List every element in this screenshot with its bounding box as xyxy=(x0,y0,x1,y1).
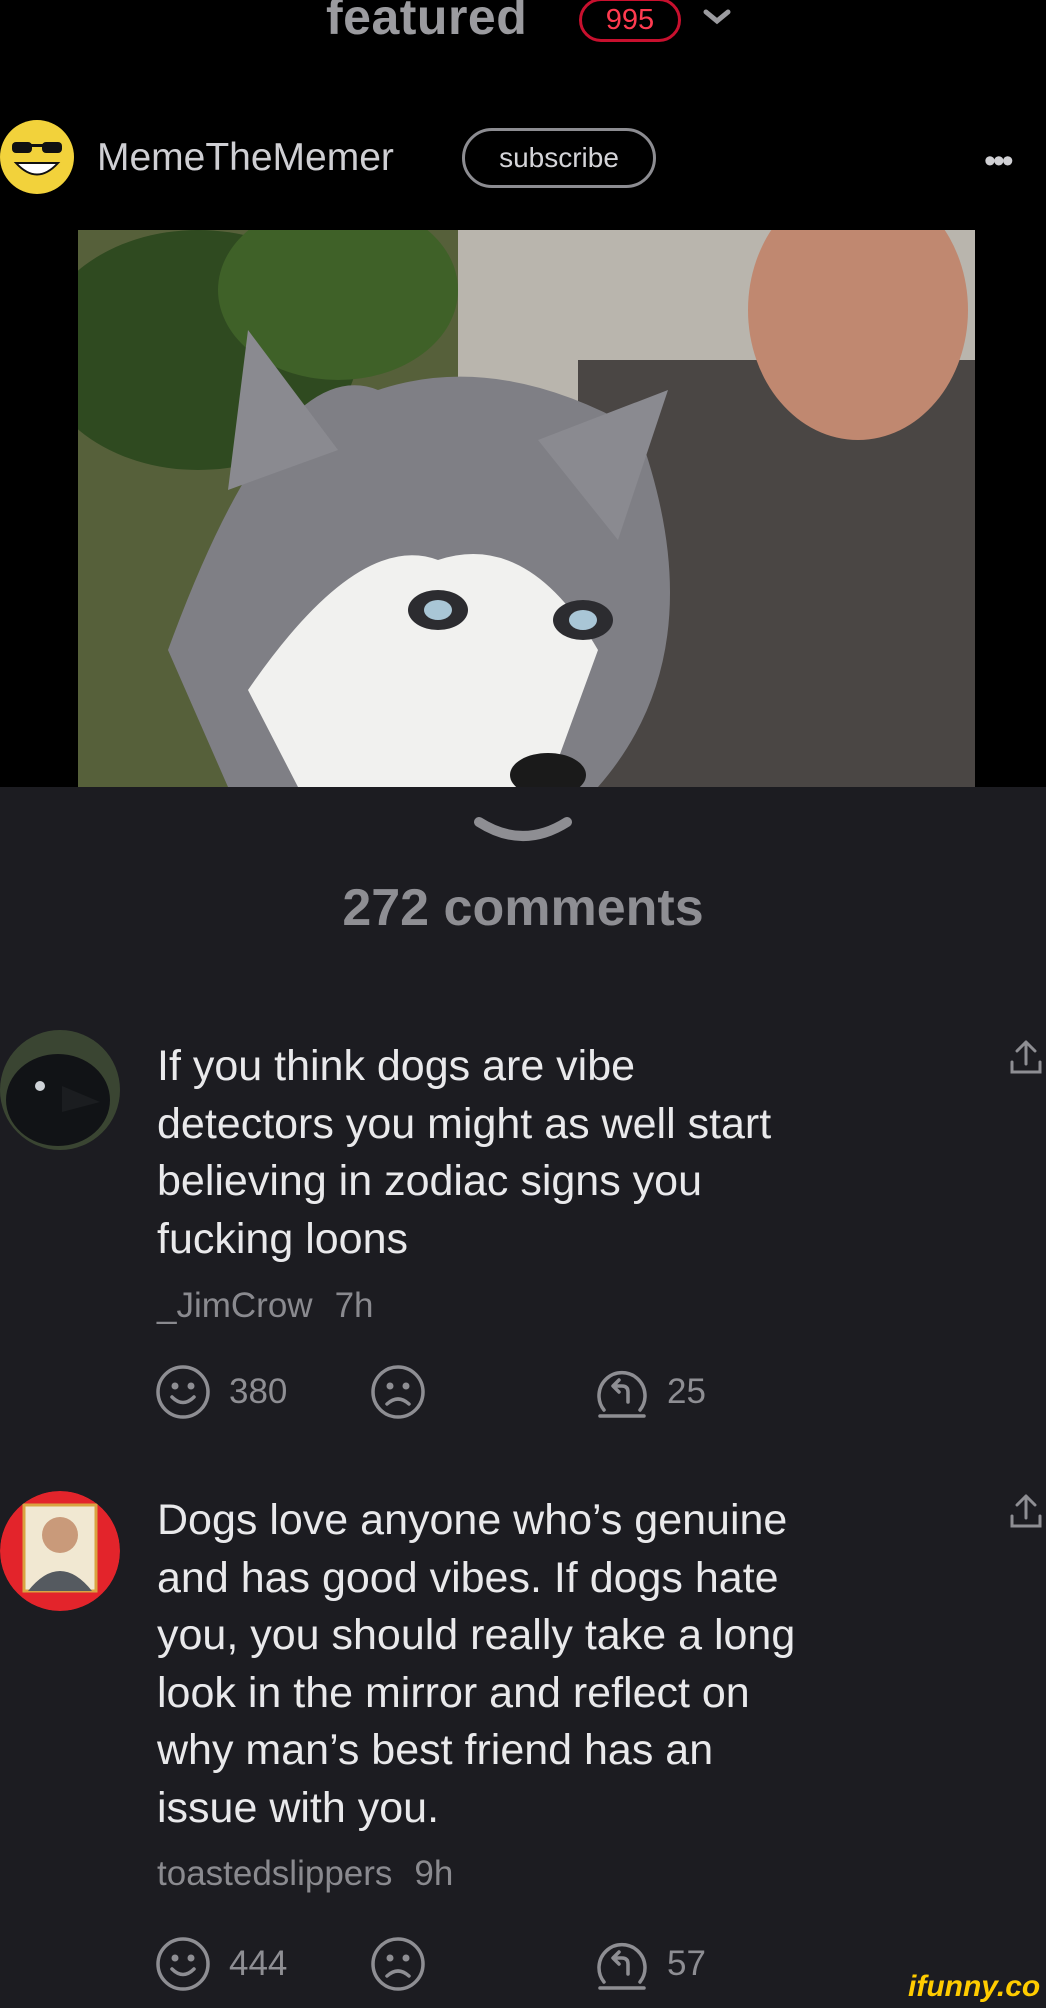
smile-count: 380 xyxy=(229,1372,288,1411)
post-author-username[interactable]: MemeTheMemer xyxy=(97,136,394,180)
commenter-avatar[interactable] xyxy=(0,1491,120,1611)
commenter-avatar[interactable] xyxy=(0,1030,120,1150)
comment-item: If you think dogs are vibe detectors you… xyxy=(0,1030,1046,1430)
ifunny-watermark: ifunny.co xyxy=(908,1970,1041,2003)
share-icon[interactable] xyxy=(1008,1492,1044,1532)
unsmile-icon[interactable] xyxy=(370,1364,426,1420)
more-options-icon[interactable]: ••• xyxy=(984,142,1014,181)
comment-time: 7h xyxy=(334,1286,374,1325)
user-avatar[interactable] xyxy=(0,120,74,194)
unsmile-icon[interactable] xyxy=(370,1936,426,1992)
smile-icon[interactable] xyxy=(155,1364,211,1420)
comment-author[interactable]: _JimCrow xyxy=(157,1286,313,1325)
reply-icon[interactable] xyxy=(594,1364,650,1420)
comment-meta: toastedslippers 9h xyxy=(157,1854,475,1894)
post-image[interactable] xyxy=(78,230,975,787)
subscribe-button[interactable]: subscribe xyxy=(462,128,656,188)
comment-meta: _JimCrow 7h xyxy=(157,1286,396,1326)
smile-count: 444 xyxy=(229,1944,288,1983)
reply-icon[interactable] xyxy=(594,1936,650,1992)
comment-author[interactable]: toastedslippers xyxy=(157,1854,392,1893)
collapse-chevron-icon[interactable] xyxy=(473,816,573,852)
reply-count[interactable]: 25 xyxy=(667,1372,706,1412)
comment-text: Dogs love anyone who’s genuine and has g… xyxy=(157,1496,796,1832)
smile-icon[interactable] xyxy=(155,1936,211,1992)
comment-text: If you think dogs are vibe detectors you… xyxy=(157,1042,772,1263)
reply-count[interactable]: 57 xyxy=(667,1944,706,1984)
chevron-down-icon[interactable] xyxy=(700,4,734,28)
notification-badge: 995 xyxy=(579,0,681,42)
comment-item: Dogs love anyone who’s genuine and has g… xyxy=(0,1488,1046,2008)
comments-count: 272 comments xyxy=(342,879,704,937)
share-icon[interactable] xyxy=(1008,1038,1044,1078)
comment-time: 9h xyxy=(414,1854,454,1893)
feed-title[interactable]: featured xyxy=(326,0,527,46)
